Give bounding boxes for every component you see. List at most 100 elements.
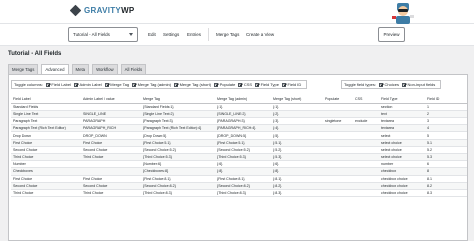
table-cell[interactable]: {:8.1} <box>271 175 323 183</box>
form-selector-dropdown[interactable]: Tutorial - All Fields <box>68 27 138 42</box>
toggle-field-id[interactable]: Field ID <box>281 82 301 87</box>
tab-advanced[interactable]: Advanced <box>41 64 69 74</box>
toggle-choices[interactable]: Choices <box>379 82 399 87</box>
table-cell <box>81 167 141 176</box>
table-row: First Choice First Choice {First Choice:8.… <box>11 175 467 183</box>
toggle-merge-tag[interactable]: Merge Tag <box>104 82 129 87</box>
toggle-merge-tag-short[interactable]: Merge Tag (short) <box>174 82 211 87</box>
column-header[interactable]: Field Label <box>11 96 81 104</box>
checkbox-checked-icon[interactable] <box>214 82 219 87</box>
checkbox-checked-icon[interactable] <box>73 82 78 87</box>
table-row: Standard Fields {Standard Fields:1} {:1} {:… <box>11 103 467 111</box>
table-cell[interactable]: {:6} <box>271 160 323 169</box>
table-row: Single Line Text SINGLE_LINE {Single Line … <box>11 110 467 119</box>
table-cell[interactable]: {Third Choice:8.3} <box>215 189 271 198</box>
table-cell[interactable]: {:1} <box>215 103 271 111</box>
table-cell: SINGLE_LINE <box>81 110 141 119</box>
table-cell[interactable]: {Standard Fields:1} <box>141 103 215 111</box>
column-header[interactable]: Admin Label / value <box>81 96 141 104</box>
table-cell[interactable]: {First Choice:5.1} <box>215 139 271 147</box>
table-cell[interactable]: {Third Choice:8.3} <box>141 189 215 198</box>
table-cell[interactable]: {:4} <box>271 124 323 133</box>
table-cell[interactable]: {PARAGRAPH:3} <box>215 117 271 126</box>
table-cell[interactable]: {Single Line Text:2} <box>141 110 215 119</box>
table-cell <box>323 146 353 155</box>
preview-button[interactable]: Preview <box>378 27 405 42</box>
table-cell <box>353 103 379 111</box>
table-cell[interactable]: {:5.3} <box>271 153 323 162</box>
table-cell[interactable]: {:8.2} <box>271 182 323 190</box>
checkbox-checked-icon[interactable] <box>132 82 137 87</box>
table-cell[interactable]: {Second Choice:8.2} <box>141 182 215 190</box>
column-header[interactable]: Merge Tag <box>141 96 215 104</box>
table-cell[interactable]: {Second Choice:5.2} <box>141 146 215 155</box>
checkbox-checked-icon[interactable] <box>255 82 260 87</box>
toggle-css[interactable]: CSS <box>238 82 252 87</box>
checkbox-checked-icon[interactable] <box>174 82 179 87</box>
table-cell[interactable]: {First Choice:8.1} <box>215 175 271 183</box>
table-cell[interactable]: {Paragraph Text (Rich Text Editor):4} <box>141 124 215 133</box>
table-cell[interactable]: {:2} <box>271 110 323 119</box>
table-cell: PARAGRAPH <box>81 117 141 126</box>
toggle-field-type[interactable]: Field Type <box>255 82 279 87</box>
table-cell[interactable]: {:5} <box>271 131 323 140</box>
table-cell[interactable]: {Second Choice:8.2} <box>215 182 271 190</box>
nav-merge-tags[interactable]: Merge Tags <box>216 32 239 37</box>
toggle-non-input-fields[interactable]: Non-input fields <box>401 82 435 87</box>
table-cell[interactable]: {:8} <box>271 167 323 176</box>
column-header[interactable]: Populate <box>323 96 353 104</box>
table-cell <box>323 160 353 169</box>
chevron-down-icon <box>129 33 133 36</box>
table-cell[interactable]: {:8.3} <box>271 189 323 198</box>
table-cell: 5.2 <box>425 146 467 155</box>
column-header[interactable]: Merge Tag (short) <box>271 96 323 104</box>
nav-settings[interactable]: Settings <box>163 32 179 37</box>
table-cell[interactable]: {:1} <box>271 103 323 111</box>
toggle-field-label[interactable]: Field Label <box>45 82 71 87</box>
table-cell[interactable]: {:8} <box>215 167 271 176</box>
page-title: Tutorial - All Fields <box>8 51 62 57</box>
table-cell[interactable]: {Number:6} <box>141 160 215 169</box>
mascot-icon <box>392 3 414 24</box>
column-header[interactable]: Field Type <box>379 96 425 104</box>
checkbox-checked-icon[interactable] <box>45 82 50 87</box>
table-cell[interactable]: {Drop Down:5} <box>141 131 215 140</box>
table-cell: First Choice <box>81 139 141 147</box>
checkbox-checked-icon[interactable] <box>401 82 406 87</box>
table-cell[interactable]: {:3} <box>271 117 323 126</box>
table-cell[interactable]: {Third Choice:5.3} <box>141 153 215 162</box>
table-cell[interactable]: {PARAGRAPH_RICH:4} <box>215 124 271 133</box>
table-cell[interactable]: {:5.2} <box>271 146 323 155</box>
table-cell[interactable]: {Checkboxes:8} <box>141 167 215 176</box>
table-cell[interactable]: {SINGLE_LINE:2} <box>215 110 271 119</box>
checkbox-checked-icon[interactable] <box>104 82 109 87</box>
table-cell: checkbox choice <box>379 182 425 190</box>
table-cell[interactable]: {DROP_DOWN:5} <box>215 131 271 140</box>
toggle-merge-tag-admin[interactable]: Merge Tag (admin) <box>132 82 171 87</box>
nav-create-view[interactable]: Create a View <box>246 32 274 37</box>
column-header[interactable]: CSS <box>353 96 379 104</box>
table-cell[interactable]: {Third Choice:5.3} <box>215 153 271 162</box>
tab-meta[interactable]: Meta <box>71 64 90 74</box>
nav-edit[interactable]: Edit <box>148 32 156 37</box>
tab-workflow[interactable]: Workflow <box>92 64 118 74</box>
checkbox-checked-icon[interactable] <box>379 82 384 87</box>
table-cell[interactable]: {First Choice:5.1} <box>141 139 215 147</box>
tab-all-fields[interactable]: All Fields <box>120 64 147 74</box>
toggle-admin-label[interactable]: Admin Label <box>73 82 102 87</box>
table-cell[interactable]: {:6} <box>215 160 271 169</box>
gravitywp-logo[interactable]: GRAVITYWP <box>69 4 135 17</box>
toggle-field-types-label: Toggle field types: <box>344 82 377 87</box>
checkbox-checked-icon[interactable] <box>238 82 243 87</box>
tab-merge-tags[interactable]: Merge Tags <box>8 64 39 74</box>
column-header[interactable]: Merge Tag (admin) <box>215 96 271 104</box>
checkbox-checked-icon[interactable] <box>281 82 286 87</box>
toggle-populate[interactable]: Populate <box>214 82 235 87</box>
table-cell[interactable]: {First Choice:8.1} <box>141 175 215 183</box>
table-cell <box>323 139 353 147</box>
nav-entries[interactable]: Entries <box>187 32 201 37</box>
table-cell[interactable]: {:5.1} <box>271 139 323 147</box>
table-cell[interactable]: {Paragraph Text:3} <box>141 117 215 126</box>
table-cell[interactable]: {Second Choice:5.2} <box>215 146 271 155</box>
column-header[interactable]: Field ID <box>425 96 467 104</box>
